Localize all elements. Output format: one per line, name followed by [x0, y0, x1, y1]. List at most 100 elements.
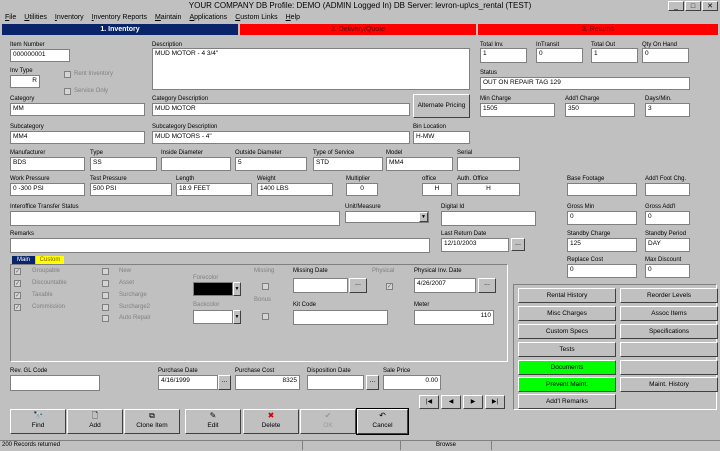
- addl-foot-chg-field[interactable]: [645, 183, 690, 196]
- last-return-date-field[interactable]: 12/10/2003: [441, 238, 509, 252]
- menu-file[interactable]: File: [5, 12, 16, 23]
- remarks-field[interactable]: [10, 238, 430, 253]
- forecolor-select[interactable]: [193, 282, 233, 296]
- tab-inventory[interactable]: 1. Inventory: [2, 24, 238, 35]
- subcategory-field[interactable]: MM4: [10, 131, 145, 144]
- max-discount-field[interactable]: 0: [645, 264, 690, 278]
- min-charge-field[interactable]: 1505: [480, 103, 555, 117]
- tests-button[interactable]: Tests: [518, 342, 616, 357]
- days-min-field[interactable]: 3: [645, 103, 690, 117]
- status-field[interactable]: OUT ON REPAIR TAG 129: [480, 77, 690, 90]
- custom-specs-button[interactable]: Custom Specs: [518, 324, 616, 339]
- maximize-icon[interactable]: □: [685, 1, 701, 11]
- disposition-date-picker-button[interactable]: ...: [366, 375, 379, 390]
- misc-charges-button[interactable]: Misc Charges: [518, 306, 616, 321]
- item-number-field[interactable]: 000000001: [10, 49, 70, 62]
- purchase-date-picker-button[interactable]: ...: [218, 375, 231, 390]
- menu-maintain[interactable]: Maintain: [155, 12, 181, 23]
- subtab-main[interactable]: Main: [12, 256, 35, 264]
- physical-inv-date-picker-button[interactable]: ...: [478, 278, 496, 293]
- menu-utilities[interactable]: Utilities: [24, 12, 47, 23]
- gross-addl-field[interactable]: 0: [645, 211, 690, 225]
- manufacturer-field[interactable]: BDS: [10, 157, 85, 171]
- addl-charge-field[interactable]: 350: [565, 103, 635, 117]
- qty-on-hand-field[interactable]: 0: [642, 48, 689, 63]
- menu-help[interactable]: Help: [286, 12, 300, 23]
- prevent-maint-button[interactable]: Prevent Maint.: [518, 377, 616, 392]
- inv-type-field[interactable]: R: [10, 75, 40, 88]
- total-inv-field[interactable]: 1: [480, 48, 527, 63]
- menu-applications[interactable]: Applications: [189, 12, 227, 23]
- replace-cost-field[interactable]: 0: [567, 264, 637, 278]
- menu-custom-links[interactable]: Custom Links: [235, 12, 277, 23]
- meter-field[interactable]: 110: [414, 310, 494, 325]
- clone-item-button[interactable]: ⧉ Clone Item: [124, 409, 180, 434]
- subcategory-description-field[interactable]: MUD MOTORS - 4": [152, 131, 410, 144]
- inside-diameter-field[interactable]: [161, 157, 231, 171]
- type-field[interactable]: SS: [90, 157, 157, 171]
- maint-history-button[interactable]: Maint. History: [620, 377, 718, 392]
- total-out-field[interactable]: 1: [591, 48, 638, 63]
- kit-code-field[interactable]: [293, 310, 388, 325]
- in-transit-field[interactable]: 0: [536, 48, 583, 63]
- sale-price-field[interactable]: 0.00: [383, 375, 441, 390]
- length-field[interactable]: 18.9 FEET: [176, 183, 252, 196]
- standby-period-field[interactable]: DAY: [645, 238, 690, 252]
- gross-min-field[interactable]: 0: [567, 211, 637, 225]
- previous-record-icon[interactable]: ◀: [441, 395, 461, 409]
- chevron-down-icon[interactable]: ▼: [419, 212, 428, 222]
- description-field[interactable]: MUD MOTOR - 4 3/4": [152, 48, 470, 90]
- bin-location-field[interactable]: H-MW: [413, 131, 470, 144]
- chevron-down-icon[interactable]: ▼: [233, 282, 241, 296]
- missing-date-field[interactable]: [293, 278, 348, 293]
- base-footage-field[interactable]: [567, 183, 637, 196]
- menu-inventory[interactable]: Inventory: [55, 12, 84, 23]
- missing-date-picker-button[interactable]: ...: [349, 278, 367, 293]
- cancel-button[interactable]: ↶ Cancel: [356, 408, 409, 435]
- first-record-icon[interactable]: |◀: [419, 395, 439, 409]
- standby-charge-field[interactable]: 125: [567, 238, 637, 252]
- subtab-custom[interactable]: Custom: [36, 256, 64, 264]
- documents-button[interactable]: Documents: [518, 360, 616, 375]
- tab-returns[interactable]: 3. Returns: [478, 24, 718, 35]
- purchase-date-field[interactable]: 4/16/1999: [158, 375, 218, 390]
- type-of-service-field[interactable]: STD: [313, 157, 383, 171]
- disposition-date-field[interactable]: [307, 375, 364, 390]
- alternate-pricing-button[interactable]: Alternate Pricing: [413, 94, 470, 118]
- chevron-down-icon[interactable]: ▼: [233, 310, 241, 324]
- office-field[interactable]: H: [422, 183, 452, 196]
- find-button[interactable]: 🔭 Find: [10, 409, 66, 434]
- purchase-cost-field[interactable]: 8325: [235, 375, 300, 390]
- backcolor-select[interactable]: [193, 310, 233, 324]
- outside-diameter-field[interactable]: 5: [235, 157, 307, 171]
- test-pressure-field[interactable]: 500 PSI: [90, 183, 172, 196]
- tab-delivery-quote[interactable]: 2. Delivery/Quote: [240, 24, 476, 35]
- rev-gl-field[interactable]: [10, 375, 100, 391]
- minimize-icon[interactable]: _: [668, 1, 684, 11]
- serial-field[interactable]: [457, 157, 520, 171]
- last-record-icon[interactable]: ▶|: [485, 395, 505, 409]
- work-pressure-field[interactable]: 0 -300 PSI: [10, 183, 85, 196]
- digital-id-field[interactable]: [441, 211, 536, 226]
- add-l-remarks-button[interactable]: Add'l Remarks: [518, 394, 616, 409]
- unit-measure-select[interactable]: [345, 211, 429, 223]
- category-description-field[interactable]: MUD MOTOR: [152, 103, 410, 116]
- interoffice-field[interactable]: [10, 211, 340, 226]
- edit-button[interactable]: ✎ Edit: [185, 409, 241, 434]
- multiplier-field[interactable]: 0: [346, 183, 378, 196]
- close-icon[interactable]: ✕: [702, 1, 718, 11]
- last-return-date-picker-button[interactable]: ...: [511, 238, 525, 251]
- reorder-levels-button[interactable]: Reorder Levels: [620, 288, 718, 303]
- weight-field[interactable]: 1400 LBS: [257, 183, 333, 196]
- menu-inventory-reports[interactable]: Inventory Reports: [92, 12, 147, 23]
- model-field[interactable]: MM4: [386, 157, 453, 171]
- specifications-button[interactable]: Specifications: [620, 324, 718, 339]
- next-record-icon[interactable]: ▶: [463, 395, 483, 409]
- category-field[interactable]: MM: [10, 103, 145, 116]
- assoc-items-button[interactable]: Assoc Items: [620, 306, 718, 321]
- rental-history-button[interactable]: Rental History: [518, 288, 616, 303]
- delete-button[interactable]: ✖ Delete: [243, 409, 299, 434]
- auth-office-field[interactable]: H: [457, 183, 520, 196]
- add-button[interactable]: 🗋 Add: [67, 409, 123, 434]
- physical-inv-date-field[interactable]: 4/26/2007: [414, 278, 476, 293]
